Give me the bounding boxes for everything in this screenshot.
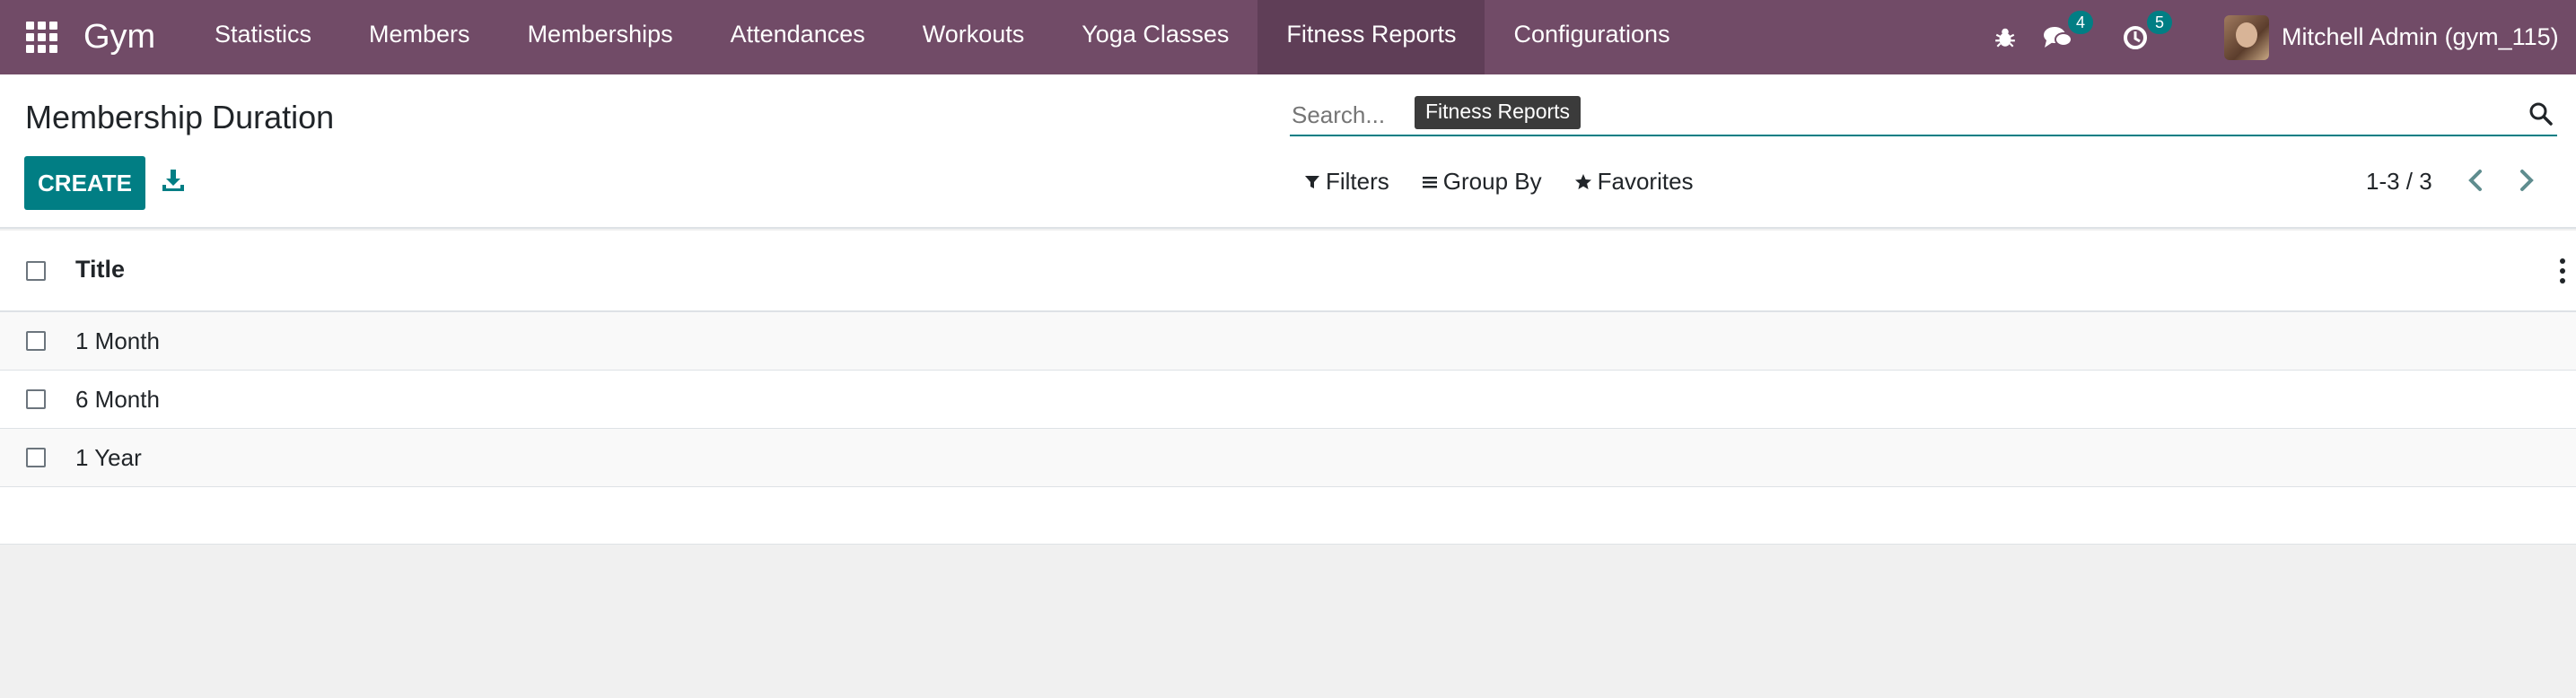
row-checkbox[interactable] [26,448,46,467]
favorites-dropdown[interactable]: Favorites [1574,168,1694,196]
menu-fitness-reports[interactable]: Fitness Reports [1257,0,1485,74]
group-by-dropdown[interactable]: Group By [1422,168,1542,196]
favorites-label: Favorites [1597,168,1694,195]
row-checkbox[interactable] [26,331,46,351]
download-icon[interactable] [162,169,185,192]
empty-row [0,487,2576,545]
table-row[interactable]: 6 Month [0,371,2576,429]
clock-icon [2124,25,2147,49]
chevron-left-icon[interactable] [2463,165,2490,196]
table-row[interactable]: 1 Month [0,312,2576,371]
row-title: 6 Month [75,386,160,413]
row-title: 1 Year [75,444,142,471]
control-panel: Membership Duration CREATE Fitness Repor… [0,74,2576,229]
menu-configurations[interactable]: Configurations [1485,0,1698,74]
pager-value[interactable]: 1-3 / 3 [2366,168,2432,196]
menu-yoga-classes[interactable]: Yoga Classes [1053,0,1257,74]
table-header: Title [0,231,2576,312]
tooltip: Fitness Reports [1415,96,1582,129]
chevron-right-icon[interactable] [2512,165,2539,196]
menu-memberships[interactable]: Memberships [499,0,702,74]
search-options: Filters Group By Favorites [1304,168,1694,196]
menu-attendances[interactable]: Attendances [702,0,894,74]
activities-count-badge: 5 [2147,11,2173,34]
filter-icon [1305,175,1319,188]
filters-dropdown[interactable]: Filters [1304,168,1389,196]
menu-workouts[interactable]: Workouts [894,0,1054,74]
page-title: Membership Duration [25,99,335,135]
menu-members[interactable]: Members [340,0,499,74]
user-menu[interactable]: Mitchell Admin (gym_115) [2224,0,2559,74]
main-menu: Statistics Members Memberships Attendanc… [186,0,1699,74]
create-button[interactable]: CREATE [24,156,145,210]
table-row[interactable]: 1 Year [0,429,2576,487]
select-all-checkbox[interactable] [26,261,46,281]
search-icon[interactable] [2528,101,2554,127]
filters-label: Filters [1326,168,1389,195]
menu-statistics[interactable]: Statistics [186,0,340,74]
messages-count-badge: 4 [2068,11,2094,34]
user-name: Mitchell Admin (gym_115) [2282,23,2559,50]
column-header-title[interactable]: Title [75,256,125,284]
app-brand[interactable]: Gym [83,0,155,74]
row-checkbox[interactable] [26,389,46,409]
messages-button[interactable]: 4 [2043,0,2097,74]
user-avatar [2224,14,2269,60]
group-by-label: Group By [1442,168,1542,195]
optional-columns-icon[interactable] [2560,258,2567,284]
top-navbar: Gym Statistics Members Memberships Atten… [0,0,2576,74]
list-view: Title 1 Month 6 Month 1 Year [0,231,2576,545]
apps-menu-icon[interactable] [24,20,57,53]
bars-icon [1422,176,1437,188]
debug-icon[interactable] [1991,0,2020,74]
star-icon [1574,173,1591,189]
row-title: 1 Month [75,327,160,354]
activities-button[interactable]: 5 [2122,0,2176,74]
